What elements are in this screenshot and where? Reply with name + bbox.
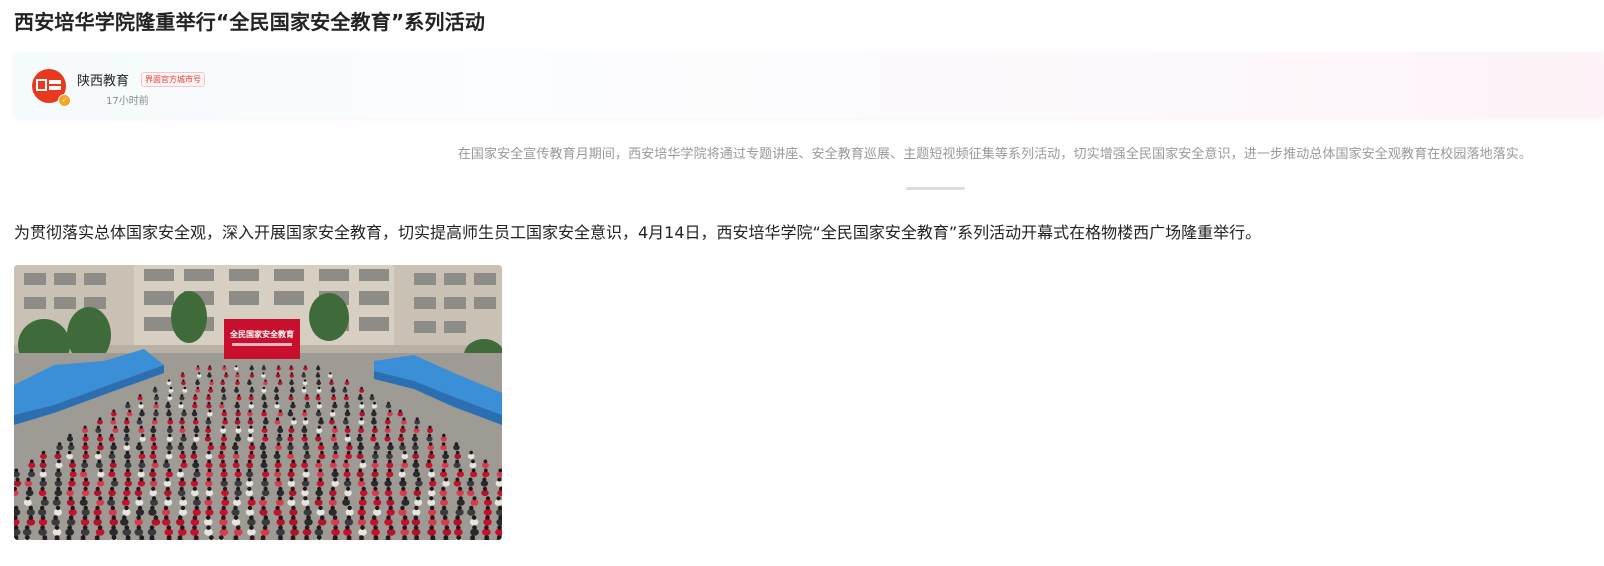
article-summary: 在国家安全宣传教育月期间，西安培华学院将通过专题讲座、安全教育巡展、主题短视频征… (457, 147, 1532, 162)
article-paragraph: 为贯彻落实总体国家安全观，深入开展国家安全教育，切实提高师生员工国家安全意识，4… (14, 223, 1262, 242)
publish-time: 17小时前 (106, 96, 149, 107)
banner-text: 全民国家安全教育 (229, 329, 294, 339)
summary-divider (906, 187, 965, 190)
author-card: ✓ 陕西教育 界面官方城市号 17小时前 (14, 52, 1604, 118)
media-logo-icon (36, 79, 61, 91)
author-name[interactable]: 陕西教育 (77, 70, 129, 89)
author-tag-badge: 界面官方城市号 (141, 72, 205, 87)
article-page: 西安培华学院隆重举行“全民国家安全教育”系列活动 ✓ 陕西教育 界面官方城市号 … (0, 0, 1604, 566)
event-photo-illustration: 全民国家安全教育 (14, 265, 502, 540)
article-title: 西安培华学院隆重举行“全民国家安全教育”系列活动 (14, 10, 486, 34)
verified-badge-icon: ✓ (58, 94, 71, 107)
event-photo[interactable]: 全民国家安全教育 (14, 265, 502, 540)
